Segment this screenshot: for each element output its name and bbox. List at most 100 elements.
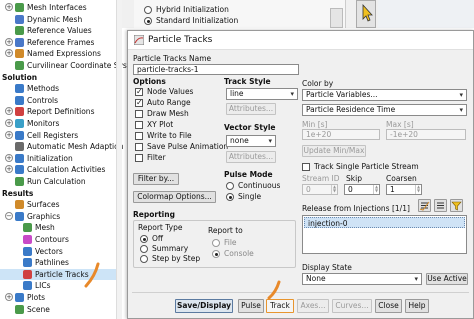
- tree-item[interactable]: Vectors: [0, 246, 116, 257]
- tree-item[interactable]: Mesh: [0, 222, 116, 233]
- tree-item[interactable]: + Cell Registers: [0, 130, 116, 141]
- filter-list-button[interactable]: [450, 199, 463, 212]
- option-checkbox[interactable]: [135, 154, 143, 162]
- report-type-radio[interactable]: [140, 245, 148, 253]
- expand-icon[interactable]: +: [5, 119, 13, 127]
- tree-item[interactable]: Contours: [0, 234, 116, 245]
- injections-list[interactable]: injection-0: [302, 215, 467, 254]
- tree-section-solution[interactable]: Solution: [0, 72, 116, 83]
- option-checkbox[interactable]: [135, 143, 143, 151]
- update-min-max-button[interactable]: Update Min/Max: [302, 145, 366, 157]
- tree-item[interactable]: + Mesh Interfaces: [0, 2, 116, 13]
- use-active-button[interactable]: Use Active: [426, 273, 468, 285]
- close-button[interactable]: Close: [375, 299, 402, 313]
- report-type-radio[interactable]: [140, 235, 148, 243]
- contours-icon: [23, 235, 32, 244]
- tree-item-label: Plots: [27, 293, 46, 302]
- spin-arrows-icon[interactable]: ▲ ▼: [415, 185, 421, 194]
- named-expressions-icon: [15, 49, 24, 59]
- track-attributes-button[interactable]: Attributes...: [226, 103, 276, 115]
- report-type-radio[interactable]: [140, 255, 148, 263]
- axes-button[interactable]: Axes...: [297, 299, 329, 313]
- tree-scrollbar[interactable]: [116, 0, 122, 319]
- colormap-options-button[interactable]: Colormap Options...: [133, 191, 216, 203]
- expand-icon[interactable]: +: [5, 293, 13, 301]
- tree-item[interactable]: + Initialization: [0, 153, 116, 164]
- option-checkbox[interactable]: [135, 132, 143, 140]
- tree-item[interactable]: + Report Definitions: [0, 106, 116, 117]
- tree-item[interactable]: Methods: [0, 83, 116, 94]
- skip-stepper[interactable]: 0 ▲ ▼: [344, 184, 380, 195]
- tree-item[interactable]: + Calculation Activities: [0, 164, 116, 175]
- option-checkbox[interactable]: [135, 121, 143, 129]
- report-to-radio[interactable]: [212, 250, 220, 258]
- min-value-field[interactable]: 1e+20: [302, 129, 380, 140]
- tree-item[interactable]: + Monitors: [0, 118, 116, 129]
- select-all-button[interactable]: [418, 199, 431, 212]
- vector-attributes-button[interactable]: Attributes...: [226, 151, 276, 163]
- track-style-dropdown[interactable]: line ▾: [226, 88, 298, 100]
- option-label: Write to File: [147, 131, 192, 140]
- tree-item[interactable]: + Plots: [0, 292, 116, 303]
- tree-item[interactable]: Curvilinear Coordinate Syste: [0, 60, 134, 71]
- single-radio[interactable]: [226, 193, 234, 201]
- hybrid-init-radio[interactable]: [144, 6, 152, 14]
- deselect-all-button[interactable]: [434, 199, 447, 212]
- tree-item[interactable]: Controls: [0, 95, 116, 106]
- curves-button[interactable]: Curves...: [332, 299, 372, 313]
- expand-icon[interactable]: +: [5, 153, 13, 162]
- report-to-radio[interactable]: [212, 239, 220, 247]
- expand-icon[interactable]: +: [5, 3, 13, 11]
- color-variable-dropdown[interactable]: Particle Residence Time ▾: [302, 104, 467, 116]
- option-checkbox[interactable]: [135, 87, 143, 96]
- tree-item-label: Mesh: [35, 223, 55, 233]
- vector-style-dropdown[interactable]: none ▾: [226, 135, 276, 147]
- spin-arrows-icon[interactable]: ▲ ▼: [373, 185, 379, 194]
- filter-by-button[interactable]: Filter by...: [133, 173, 179, 185]
- tree-item[interactable]: Dynamic Mesh: [0, 14, 116, 25]
- option-checkbox[interactable]: [135, 110, 143, 118]
- tree-item[interactable]: − Graphics: [0, 211, 116, 222]
- standard-init-radio[interactable]: [144, 17, 152, 25]
- expand-icon[interactable]: +: [5, 107, 13, 116]
- tree-item[interactable]: Surfaces: [0, 199, 116, 210]
- particle-tracks-name-input[interactable]: particle-tracks-1: [133, 64, 299, 75]
- spin-arrows-icon[interactable]: ▲ ▼: [331, 185, 337, 194]
- option-label: Draw Mesh: [147, 109, 189, 118]
- coarsen-stepper[interactable]: 1 ▲ ▼: [386, 184, 422, 195]
- pointer-tool-button[interactable]: [356, 0, 376, 28]
- collapse-icon[interactable]: −: [5, 211, 13, 220]
- particle-tracks-icon: [23, 269, 32, 279]
- tree-item[interactable]: Reference Values: [0, 25, 116, 36]
- save-display-button[interactable]: Save/Display: [175, 299, 233, 313]
- continuous-radio[interactable]: [226, 182, 234, 190]
- vectors-icon: [23, 246, 32, 256]
- display-state-dropdown[interactable]: None ▾: [302, 273, 422, 285]
- tree-item[interactable]: Scene: [0, 304, 116, 315]
- expand-icon[interactable]: +: [5, 37, 13, 46]
- track-single-stream-checkbox[interactable]: [302, 163, 310, 171]
- color-category-dropdown[interactable]: Particle Variables... ▾: [302, 89, 467, 101]
- pulse-button[interactable]: Pulse: [238, 299, 264, 313]
- expand-icon[interactable]: +: [5, 130, 13, 139]
- tree-item-label: Results: [2, 188, 34, 198]
- tree-item-label: Reference Frames: [27, 37, 95, 47]
- tree-item[interactable]: + Reference Frames: [0, 37, 116, 48]
- tree-item-label: Initialization: [27, 153, 73, 163]
- tree-item[interactable]: Automatic Mesh Adaption: [0, 141, 123, 152]
- max-label: Max [s]: [386, 120, 414, 129]
- help-button[interactable]: Help: [405, 299, 429, 313]
- injection-list-item[interactable]: injection-0: [304, 217, 465, 228]
- tree-section-results[interactable]: Results: [0, 188, 116, 199]
- dialog-titlebar[interactable]: Particle Tracks: [128, 31, 473, 50]
- option-checkbox[interactable]: [135, 98, 143, 107]
- tree-item[interactable]: Run Calculation: [0, 176, 116, 187]
- expand-icon[interactable]: +: [5, 165, 13, 174]
- skip-value: 0: [348, 185, 353, 194]
- stream-id-stepper[interactable]: 0 ▲ ▼: [302, 184, 338, 195]
- tree-item[interactable]: + Named Expressions: [0, 48, 116, 59]
- chevron-down-icon: ▾: [459, 106, 463, 114]
- orange-annotation-mark: [267, 280, 281, 300]
- max-value-field[interactable]: -1e+20: [386, 129, 466, 140]
- expand-icon[interactable]: +: [5, 49, 13, 58]
